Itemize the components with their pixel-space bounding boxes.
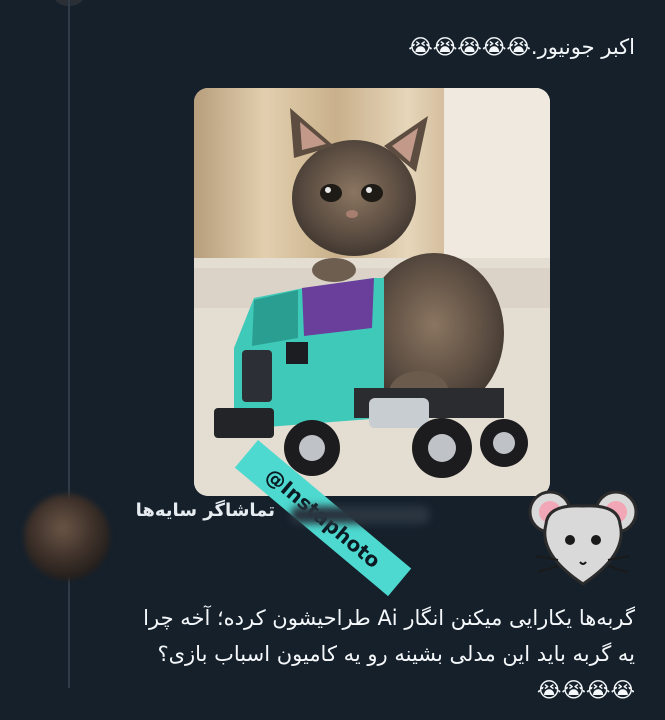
tweet2-emojis: 😭😭😭😭: [536, 678, 635, 702]
tweet-text-bottom: گربه‌ها یکارایی میکنن انگار Ai طراحیشون …: [75, 600, 635, 708]
tweet-text-top: اکبر جونیور.😭😭😭😭😭: [75, 30, 635, 64]
kitten-on-toy-truck-image: [194, 88, 550, 496]
tweet1-text: اکبر جونیور.😭😭😭😭😭: [408, 35, 635, 59]
tweet-photo[interactable]: [194, 88, 550, 496]
thread-connector-line: [68, 0, 70, 688]
caption-label: تماشاگر سایه‌ها: [135, 500, 275, 521]
commenter-avatar[interactable]: [24, 494, 110, 580]
mouse-face-icon: [528, 490, 638, 586]
tweet2-line2: یه گربه باید این مدلی بشینه رو یه کامیون…: [157, 642, 635, 666]
tweet2-line1: گربه‌ها یکارایی میکنن انگار Ai طراحیشون …: [143, 606, 635, 630]
blurred-username: [290, 506, 430, 524]
